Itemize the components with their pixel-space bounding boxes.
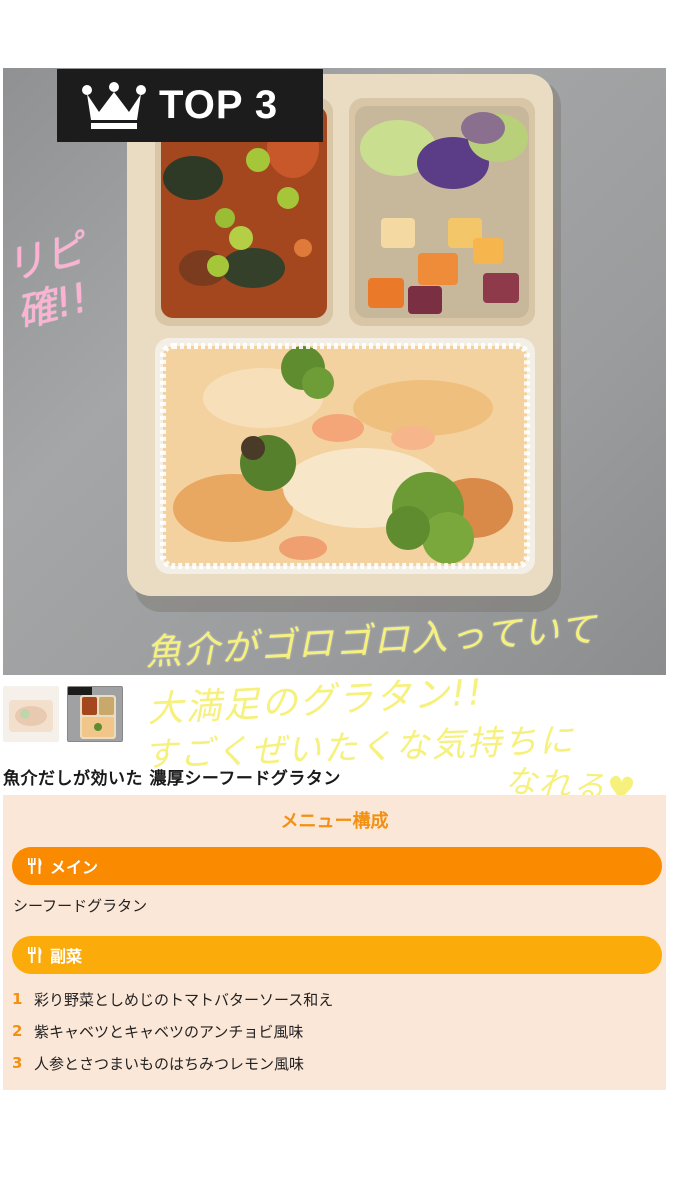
thumbnail-1[interactable]	[3, 686, 59, 742]
list-item-text: 紫キャベツとキャベツのアンチョビ風味	[34, 1022, 304, 1041]
list-item: 2 紫キャベツとキャベツのアンチョビ風味	[12, 1015, 333, 1047]
section-side-label: 副菜	[50, 947, 83, 966]
list-item-text: 彩り野菜としめじのトマトバターソース和え	[34, 990, 334, 1009]
bento-illustration	[127, 74, 561, 612]
list-item: 3 人参とさつまいものはちみつレモン風味	[12, 1047, 333, 1079]
section-side: 副菜	[12, 936, 662, 974]
thumbnail-1-image	[9, 700, 53, 732]
list-item-number: 3	[12, 1054, 23, 1072]
list-item-text: 人参とさつまいものはちみつレモン風味	[34, 1054, 305, 1073]
badge-label: TOP 3	[159, 83, 279, 127]
list-item-number: 1	[12, 990, 23, 1008]
list-item: 1 彩り野菜としめじのトマトバターソース和え	[12, 983, 333, 1015]
section-main: メイン	[12, 847, 662, 885]
fork-knife-icon	[28, 858, 42, 874]
thumbnail-strip	[3, 686, 123, 742]
top3-badge: TOP 3	[57, 69, 323, 142]
crown-icon	[82, 81, 146, 129]
thumbnail-2-image	[68, 687, 116, 739]
menu-heading: メニュー構成	[280, 811, 389, 832]
product-photo	[3, 68, 666, 675]
fork-knife-icon	[28, 947, 42, 963]
section-main-label: メイン	[50, 858, 99, 877]
menu-composition: メニュー構成 メイン シーフードグラタン 副菜 1 彩り野菜としめじのトマトバタ…	[3, 795, 666, 1090]
thumbnail-2[interactable]	[67, 686, 123, 742]
side-dish-list: 1 彩り野菜としめじのトマトバターソース和え 2 紫キャベツとキャベツのアンチョ…	[12, 983, 333, 1079]
product-title: 魚介だしが効いた 濃厚シーフードグラタン	[3, 769, 341, 789]
list-item-number: 2	[12, 1022, 23, 1040]
main-dish: シーフードグラタン	[13, 897, 148, 915]
